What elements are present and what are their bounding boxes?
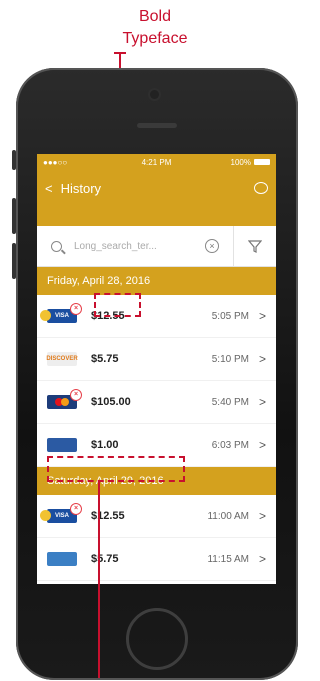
transaction-row[interactable]: VISA × $12.55 11:00 AM >: [37, 495, 276, 538]
search-bar: Long_search_ter... ×: [37, 226, 276, 267]
chat-icon[interactable]: [254, 182, 268, 194]
chevron-right-icon: >: [258, 352, 266, 366]
annotation-typeface: Typeface: [122, 30, 188, 47]
transaction-amount: $5.75: [91, 353, 119, 365]
page-title: History: [60, 180, 102, 196]
transaction-time: 11:15 AM: [207, 553, 249, 565]
status-bar: ●●●○○ 4:21 PM 100%: [37, 154, 276, 170]
amex-card-icon: [47, 552, 77, 566]
chevron-right-icon: >: [258, 552, 266, 566]
filter-button[interactable]: [233, 226, 276, 266]
status-time: 4:21 PM: [141, 157, 172, 167]
discover-card-icon: DISCOVER: [46, 352, 78, 366]
home-button[interactable]: [126, 608, 188, 670]
error-icon: ×: [70, 503, 82, 515]
transaction-amount: $105.00: [91, 396, 131, 408]
transaction-row[interactable]: [37, 581, 276, 584]
app-header: ●●●○○ 4:21 PM 100% < History: [37, 154, 276, 226]
earpiece-speaker: [137, 123, 177, 128]
transaction-row[interactable]: × $105.00 5:40 PM >: [37, 381, 276, 424]
chevron-right-icon: >: [258, 438, 266, 452]
highlight-amount-box: [94, 293, 141, 317]
transaction-time: 5:10 PM: [211, 353, 249, 365]
transaction-amount: $1.00: [91, 439, 119, 451]
coin-icon: [40, 510, 51, 521]
card-brand-label: VISA: [54, 313, 69, 319]
transaction-time: 11:00 AM: [207, 510, 249, 522]
card-brand-label: VISA: [54, 513, 69, 519]
transaction-time: 5:05 PM: [211, 310, 249, 322]
front-camera: [150, 90, 159, 99]
visa-card-icon: VISA ×: [40, 503, 82, 523]
back-button[interactable]: <: [45, 181, 53, 196]
section-header-friday: Friday, April 28, 2016: [37, 267, 276, 295]
clear-icon[interactable]: ×: [205, 239, 219, 253]
nav-bar: < History: [37, 170, 276, 206]
transaction-row[interactable]: DISCOVER $5.75 5:10 PM >: [37, 338, 276, 381]
transaction-row[interactable]: VISA × $12.55 5:05 PM >: [37, 295, 276, 338]
search-icon: [51, 240, 62, 252]
coin-icon: [40, 310, 51, 321]
app-screen: ●●●○○ 4:21 PM 100% < History Long_search…: [37, 154, 276, 584]
error-icon: ×: [70, 389, 82, 401]
phone-frame: ●●●○○ 4:21 PM 100% < History Long_search…: [12, 68, 298, 680]
card-brand-label: DISCOVER: [46, 356, 78, 362]
transaction-row[interactable]: $5.75 11:15 AM >: [37, 538, 276, 581]
search-input[interactable]: Long_search_ter...: [74, 241, 205, 252]
error-icon: ×: [70, 303, 82, 315]
annotation-bold: Bold: [138, 8, 172, 25]
visa-card-icon: VISA ×: [40, 303, 82, 323]
mastercard-icon: ×: [47, 389, 82, 409]
mute-switch: [12, 150, 16, 170]
transaction-amount: $5.75: [91, 553, 119, 565]
volume-up-button: [12, 198, 16, 234]
highlight-section-header-box: [47, 456, 185, 482]
filter-icon: [248, 240, 262, 253]
chevron-right-icon: >: [258, 509, 266, 523]
transaction-time: 5:40 PM: [211, 396, 249, 408]
annotation-line-bottom: [98, 482, 100, 678]
volume-down-button: [12, 243, 16, 279]
chevron-right-icon: >: [258, 309, 266, 323]
card-icon: [47, 438, 77, 452]
chevron-right-icon: >: [258, 395, 266, 409]
transaction-time: 6:03 PM: [211, 439, 249, 451]
transaction-amount: $12.55: [91, 510, 125, 522]
